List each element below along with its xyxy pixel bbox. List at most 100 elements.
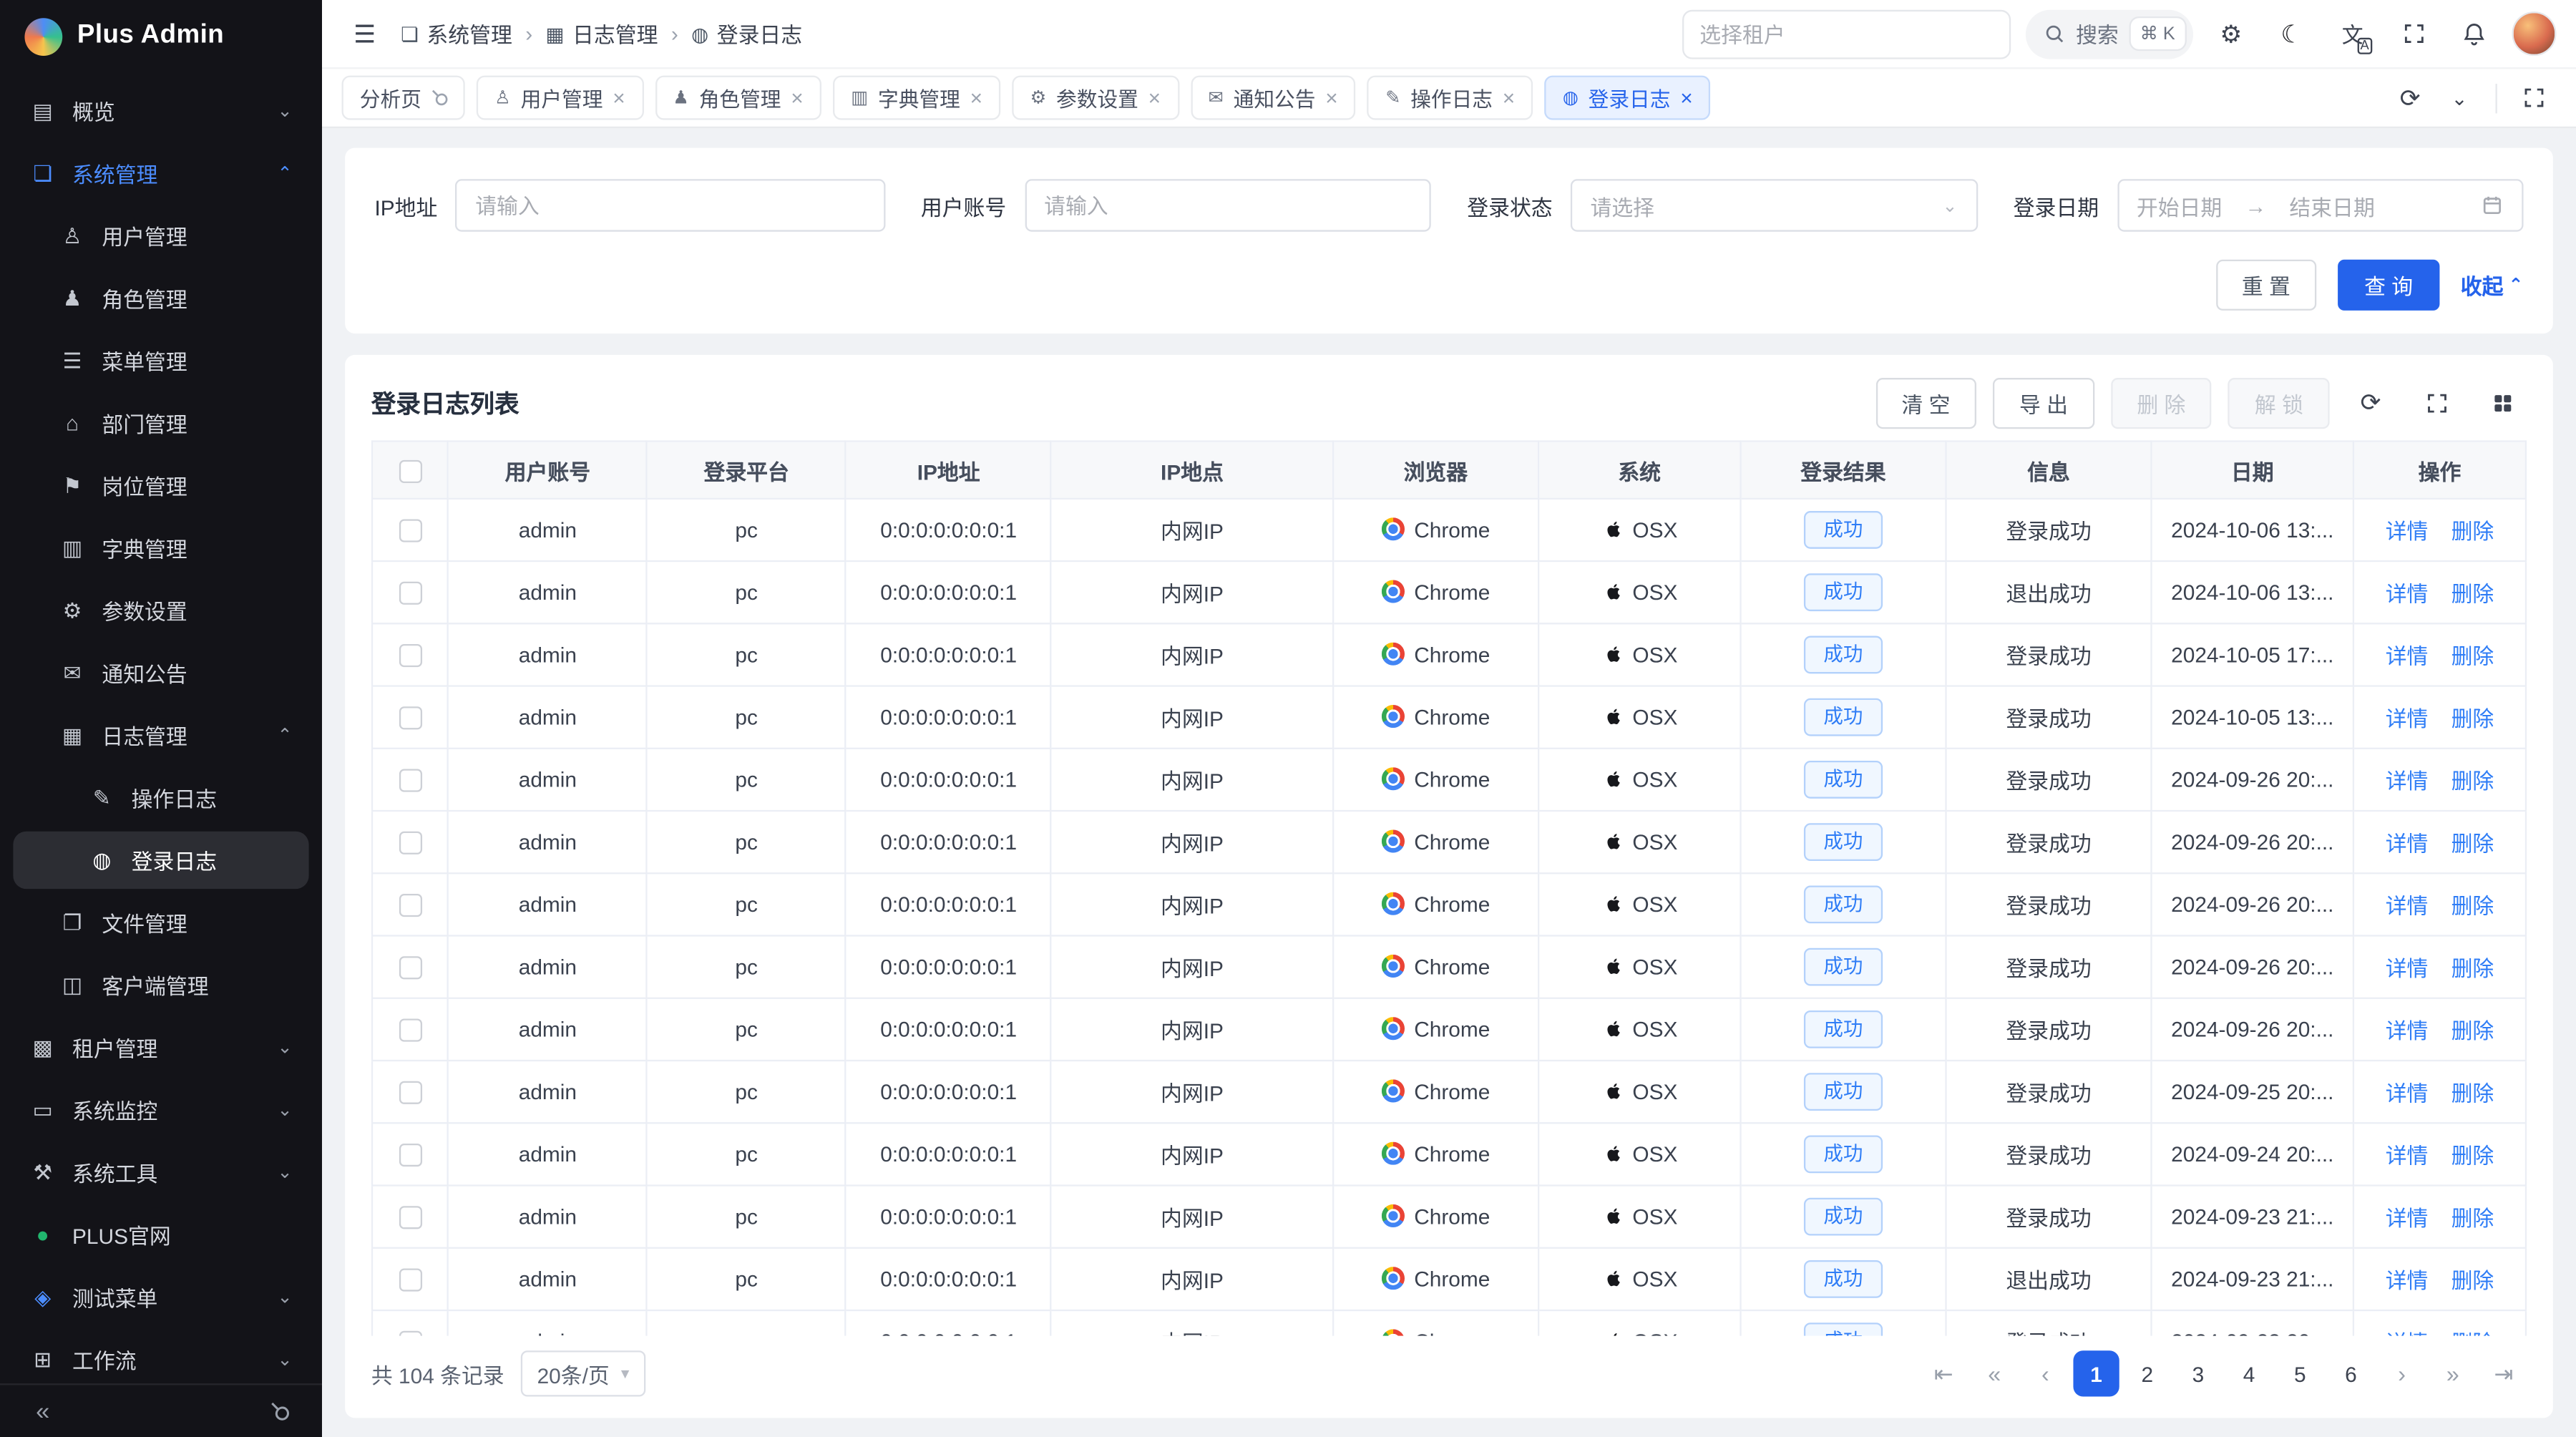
row-checkbox[interactable] — [399, 1207, 421, 1229]
logo[interactable]: Plus Admin — [0, 0, 322, 72]
last-page-button[interactable]: ⇥ — [2481, 1350, 2527, 1396]
detail-link[interactable]: 详情 — [2386, 1144, 2429, 1168]
sidebar-item-user-manage[interactable]: ♙ 用户管理 — [13, 207, 308, 264]
user-avatar[interactable] — [2512, 11, 2556, 56]
tenant-select[interactable]: 选择租户 — [1682, 9, 2010, 59]
page-3-button[interactable]: 3 — [2175, 1350, 2221, 1396]
detail-link[interactable]: 详情 — [2386, 706, 2429, 731]
select-all-checkbox[interactable] — [399, 459, 421, 482]
sidebar-item-operation-log[interactable]: ✎ 操作日志 — [13, 769, 308, 826]
refresh-page-icon[interactable]: ⟳ — [2387, 74, 2433, 120]
sidebar-item-tenant-manage[interactable]: ▩ 租户管理 ⌄ — [13, 1018, 308, 1076]
row-checkbox[interactable] — [399, 1081, 421, 1104]
detail-link[interactable]: 详情 — [2386, 1206, 2429, 1230]
detail-link[interactable]: 详情 — [2386, 644, 2429, 668]
breadcrumb-item[interactable]: ▦日志管理 — [546, 18, 658, 49]
detail-link[interactable]: 详情 — [2386, 520, 2429, 544]
detail-link[interactable]: 详情 — [2386, 769, 2429, 793]
delete-link[interactable]: 删除 — [2451, 582, 2494, 606]
reset-button[interactable]: 重 置 — [2215, 260, 2316, 311]
jump-forward-button[interactable]: » — [2430, 1350, 2476, 1396]
sidebar-item-notice[interactable]: ✉ 通知公告 — [13, 644, 308, 701]
login-date-range[interactable]: 开始日期 → 结束日期 — [2117, 179, 2523, 231]
pin-icon[interactable]: ⚲ — [431, 87, 447, 109]
fullscreen-table-icon[interactable] — [2411, 378, 2461, 427]
row-checkbox[interactable] — [399, 582, 421, 605]
prev-page-button[interactable]: ‹ — [2022, 1350, 2068, 1396]
close-tab-icon[interactable]: × — [1325, 87, 1337, 109]
row-checkbox[interactable] — [399, 520, 421, 542]
page-size-select[interactable]: 20条/页 ▾ — [521, 1350, 646, 1396]
tab-字典管理[interactable]: ▥ 字典管理 × — [833, 76, 1000, 120]
row-checkbox[interactable] — [399, 895, 421, 917]
delete-button[interactable]: 删 除 — [2111, 377, 2212, 428]
breadcrumb-item[interactable]: ❏系统管理 — [401, 18, 512, 49]
detail-link[interactable]: 详情 — [2386, 582, 2429, 606]
sidebar-item-client-manage[interactable]: ◫ 客户端管理 — [13, 956, 308, 1013]
search-button[interactable]: 查 询 — [2338, 260, 2439, 311]
detail-link[interactable]: 详情 — [2386, 956, 2429, 980]
collapse-filters-link[interactable]: 收起⌃ — [2461, 270, 2524, 301]
delete-link[interactable]: 删除 — [2451, 1144, 2494, 1168]
row-checkbox[interactable] — [399, 1019, 421, 1042]
search-input[interactable]: 搜索 ⌘ K — [2025, 9, 2193, 59]
detail-link[interactable]: 详情 — [2386, 1331, 2429, 1336]
delete-link[interactable]: 删除 — [2451, 1018, 2494, 1043]
page-6-button[interactable]: 6 — [2328, 1350, 2373, 1396]
sidebar-item-post-manage[interactable]: ⚑ 岗位管理 — [13, 457, 308, 514]
refresh-table-icon[interactable]: ⟳ — [2346, 378, 2396, 427]
account-input[interactable] — [1044, 193, 1411, 218]
delete-link[interactable]: 删除 — [2451, 1331, 2494, 1336]
sidebar-item-log-manage[interactable]: ▦ 日志管理 ⌃ — [13, 706, 308, 764]
clear-button[interactable]: 清 空 — [1875, 377, 1976, 428]
detail-link[interactable]: 详情 — [2386, 1081, 2429, 1106]
sidebar-item-dict-manage[interactable]: ▥ 字典管理 — [13, 520, 308, 577]
notifications-bell-icon[interactable] — [2451, 11, 2497, 57]
breadcrumb-item[interactable]: ◍登录日志 — [691, 18, 802, 49]
row-checkbox[interactable] — [399, 957, 421, 980]
delete-link[interactable]: 删除 — [2451, 1206, 2494, 1230]
jump-back-button[interactable]: « — [1971, 1350, 2017, 1396]
page-1-button[interactable]: 1 — [2073, 1350, 2119, 1396]
tab-角色管理[interactable]: ♟ 角色管理 × — [655, 76, 821, 120]
pin-sidebar-icon[interactable]: ⚲ — [256, 1388, 302, 1434]
sidebar-item-role-manage[interactable]: ♟ 角色管理 — [13, 270, 308, 327]
page-4-button[interactable]: 4 — [2226, 1350, 2272, 1396]
expand-content-icon[interactable] — [2510, 74, 2556, 120]
unlock-button[interactable]: 解 锁 — [2228, 377, 2329, 428]
fullscreen-icon[interactable] — [2391, 11, 2436, 57]
tab-通知公告[interactable]: ✉ 通知公告 × — [1190, 76, 1355, 120]
sidebar-item-plus-site[interactable]: ● PLUS官网 — [13, 1206, 308, 1263]
row-checkbox[interactable] — [399, 832, 421, 854]
row-checkbox[interactable] — [399, 769, 421, 792]
row-checkbox[interactable] — [399, 1331, 421, 1335]
sidebar-item-param-setting[interactable]: ⚙ 参数设置 — [13, 582, 308, 639]
sidebar-item-file-manage[interactable]: ❐ 文件管理 — [13, 894, 308, 951]
settings-icon[interactable]: ⚙ — [2208, 11, 2254, 57]
sidebar-item-dept-manage[interactable]: ⌂ 部门管理 — [13, 394, 308, 452]
first-page-button[interactable]: ⇤ — [1921, 1350, 1966, 1396]
dark-mode-icon[interactable]: ☾ — [2269, 11, 2315, 57]
tab-options-chevron-icon[interactable]: ⌄ — [2436, 74, 2482, 120]
sidebar-item-login-log[interactable]: ◍ 登录日志 — [13, 832, 308, 889]
column-settings-icon[interactable] — [2477, 378, 2527, 427]
collapse-sidebar-button[interactable]: « — [20, 1388, 66, 1434]
delete-link[interactable]: 删除 — [2451, 894, 2494, 918]
delete-link[interactable]: 删除 — [2451, 520, 2494, 544]
translate-icon[interactable]: 文A — [2330, 11, 2376, 57]
delete-link[interactable]: 删除 — [2451, 644, 2494, 668]
tab-用户管理[interactable]: ♙ 用户管理 × — [477, 76, 643, 120]
sidebar-item-overview[interactable]: ▤ 概览 ⌄ — [13, 82, 308, 140]
login-status-select[interactable]: 请选择 ⌄ — [1571, 179, 1977, 231]
delete-link[interactable]: 删除 — [2451, 1081, 2494, 1106]
row-checkbox[interactable] — [399, 1144, 421, 1167]
tab-操作日志[interactable]: ✎ 操作日志 × — [1367, 76, 1533, 120]
sidebar-item-menu-manage[interactable]: ☰ 菜单管理 — [13, 332, 308, 389]
page-2-button[interactable]: 2 — [2124, 1350, 2170, 1396]
row-checkbox[interactable] — [399, 1269, 421, 1292]
delete-link[interactable]: 删除 — [2451, 706, 2494, 731]
sidebar-item-system-monitor[interactable]: ▭ 系统监控 ⌄ — [13, 1081, 308, 1139]
close-tab-icon[interactable]: × — [1680, 87, 1692, 109]
sidebar-item-system-manage[interactable]: ❏ 系统管理 ⌃ — [13, 145, 308, 202]
delete-link[interactable]: 删除 — [2451, 956, 2494, 980]
